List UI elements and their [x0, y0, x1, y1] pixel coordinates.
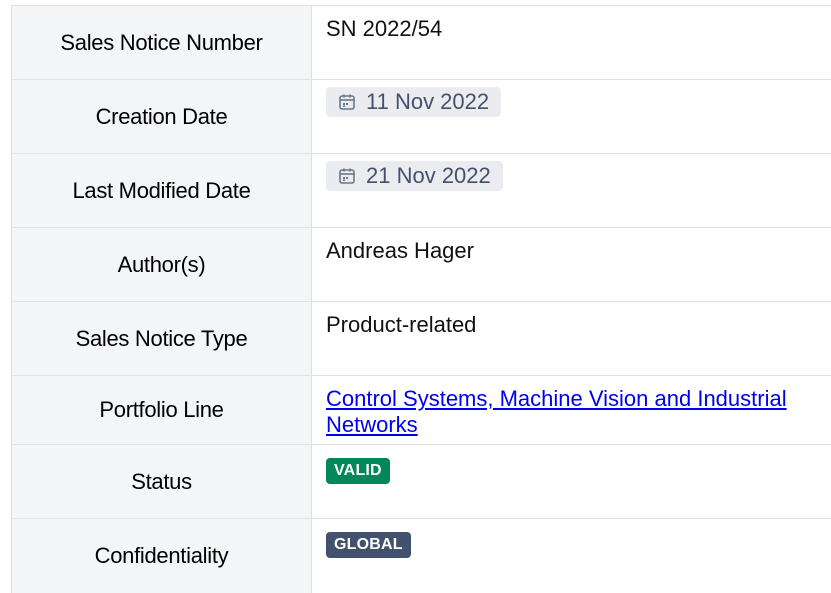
value-sales-notice-number: SN 2022/54 [326, 16, 443, 41]
row-portfolio-line: Portfolio Line Control Systems, Machine … [11, 376, 831, 445]
value-cell-creation-date: 11 Nov 2022 [312, 80, 831, 153]
label-sales-notice-number: Sales Notice Number [11, 6, 312, 79]
label-creation-date: Creation Date [11, 80, 312, 153]
creation-date-text: 11 Nov 2022 [366, 89, 490, 114]
label-sales-notice-type: Sales Notice Type [11, 302, 312, 375]
value-cell-last-modified-date: 21 Nov 2022 [312, 154, 831, 227]
portfolio-line-link[interactable]: Control Systems, Machine Vision and Indu… [326, 386, 787, 437]
row-confidentiality: Confidentiality GLOBAL [11, 519, 831, 593]
last-modified-date-text: 21 Nov 2022 [366, 163, 491, 188]
row-sales-notice-type: Sales Notice Type Product-related [11, 302, 831, 376]
value-cell-status: VALID [312, 445, 831, 518]
confidentiality-badge: GLOBAL [326, 532, 411, 558]
value-cell-confidentiality: GLOBAL [312, 519, 831, 593]
value-sales-notice-type: Product-related [326, 312, 477, 337]
value-authors: Andreas Hager [326, 238, 474, 263]
row-creation-date: Creation Date 11 Nov 2022 [11, 80, 831, 154]
label-confidentiality: Confidentiality [11, 519, 312, 593]
calendar-icon [339, 94, 355, 110]
date-lozenge-last-modified[interactable]: 21 Nov 2022 [326, 161, 503, 191]
status-badge: VALID [326, 458, 390, 484]
row-status: Status VALID [11, 445, 831, 519]
label-status: Status [11, 445, 312, 518]
sales-notice-properties-table: Sales Notice Number SN 2022/54 Creation … [11, 5, 831, 593]
row-last-modified-date: Last Modified Date 21 Nov 2022 [11, 154, 831, 228]
row-sales-notice-number: Sales Notice Number SN 2022/54 [11, 6, 831, 80]
calendar-icon [339, 168, 355, 184]
label-authors: Author(s) [11, 228, 312, 301]
row-authors: Author(s) Andreas Hager [11, 228, 831, 302]
label-portfolio-line: Portfolio Line [11, 376, 312, 444]
value-cell-portfolio-line: Control Systems, Machine Vision and Indu… [312, 376, 831, 444]
date-lozenge-creation[interactable]: 11 Nov 2022 [326, 87, 502, 117]
label-last-modified-date: Last Modified Date [11, 154, 312, 227]
